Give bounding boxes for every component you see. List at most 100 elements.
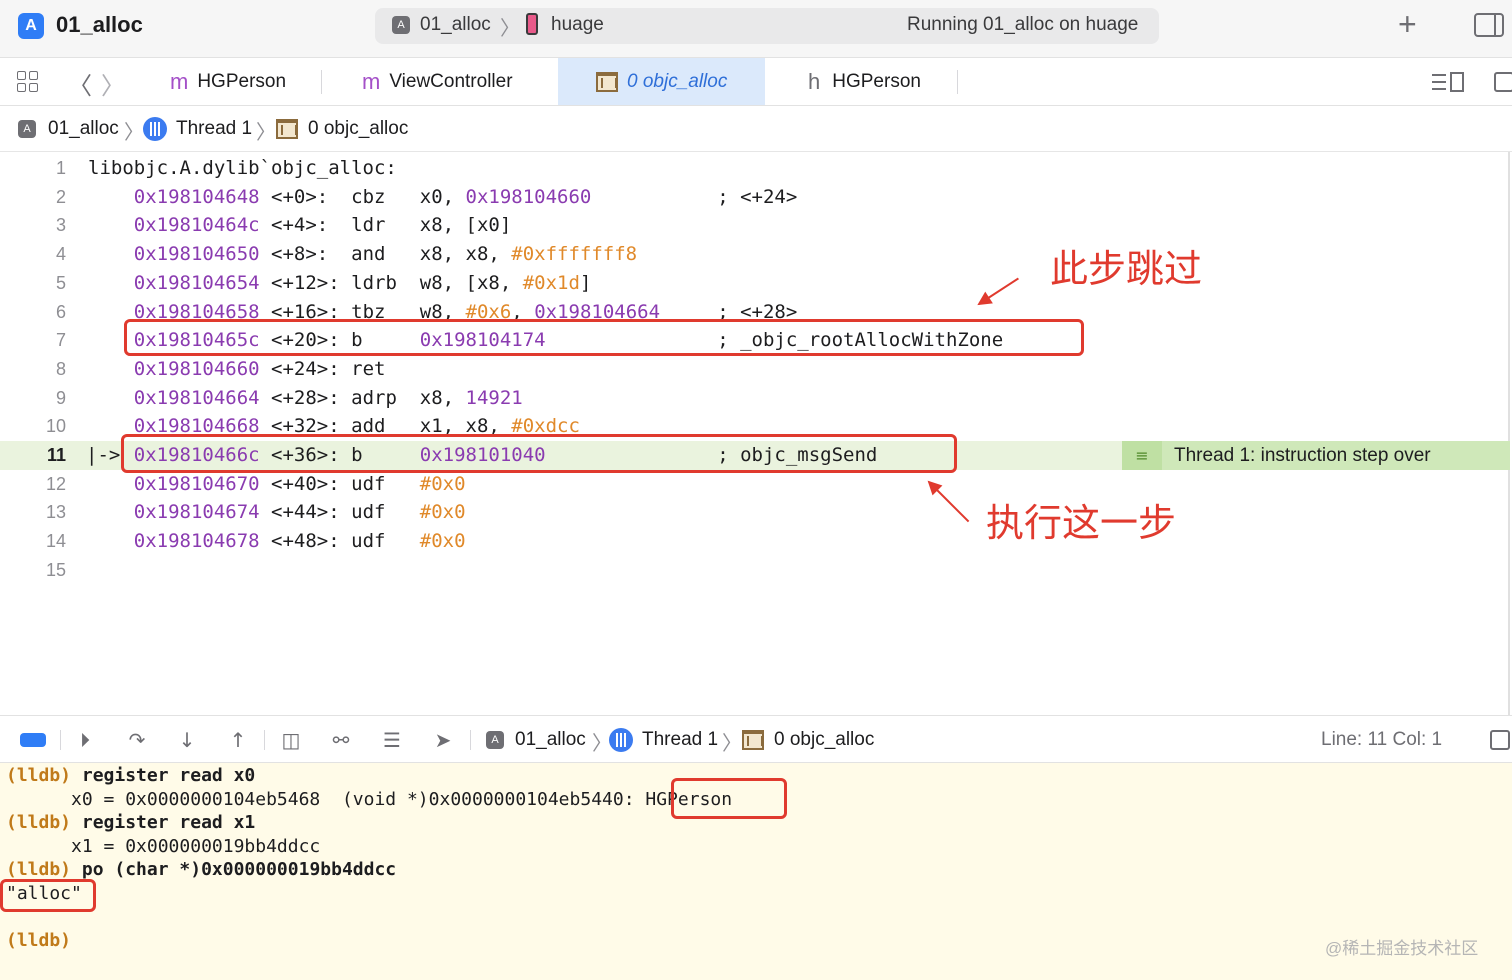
project-icon: A: [18, 120, 36, 138]
instruction-operands: x8, [x0]: [419, 214, 512, 237]
immediate-value: #0x0: [419, 530, 466, 553]
lldb-prompt: (lldb): [6, 930, 72, 952]
instruction-operands: x8,: [419, 386, 466, 409]
objc-source-file-icon: m: [362, 68, 381, 94]
code-line[interactable]: 9 0x198104664 <+28>: adrp x8, 14921: [0, 384, 1510, 413]
add-button[interactable]: +: [1398, 6, 1417, 43]
header-file-icon: h: [808, 68, 821, 94]
code-line[interactable]: 3 0x19810464c <+4>: ldr x8, [x0]: [0, 211, 1510, 240]
operand-punctuation: ]: [579, 271, 592, 294]
chevron-right-icon: 〉: [256, 122, 276, 144]
lldb-output: x1 = 0x000000019bb4ddcc: [6, 835, 321, 857]
tab-label: ViewController: [389, 70, 513, 92]
code-line[interactable]: 12 0x198104670 <+40>: udf #0x0: [0, 470, 1510, 499]
editor-options-icon[interactable]: [1432, 72, 1464, 92]
instruction-text: 0x198104654 <+12>: ldrb w8, [x8, #0x1d]: [88, 269, 592, 298]
debug-thread[interactable]: Thread 1: [642, 729, 718, 751]
line-number: 13: [45, 502, 66, 523]
line-number: 1: [55, 158, 66, 178]
inspector-toggle-icon[interactable]: [1474, 13, 1504, 37]
instruction-address: 0x198104660: [133, 357, 260, 380]
run-destination[interactable]: huage: [551, 14, 604, 36]
code-line[interactable]: 2 0x198104648 <+0>: cbz x0, 0x198104660 …: [0, 183, 1510, 212]
code-line[interactable]: 1 libobjc.A.dylib`objc_alloc:: [0, 154, 1510, 183]
chevron-right-icon: 〉: [500, 18, 520, 40]
highlight-box-msgsend: [121, 434, 957, 473]
objc-source-file-icon: m: [170, 68, 189, 94]
simulate-location-icon[interactable]: ➤: [431, 728, 455, 752]
disassembly-editor[interactable]: 1 libobjc.A.dylib`objc_alloc: 2 0x19810464…: [0, 152, 1510, 715]
lldb-command: po (char *)0x000000019bb4ddcc: [71, 859, 397, 881]
instruction-address: 0x198104648: [133, 185, 260, 208]
immediate-value: #0x0: [419, 501, 466, 524]
chevron-right-icon: 〉: [124, 122, 144, 144]
line-number: 9: [55, 387, 66, 408]
debug-project[interactable]: 01_alloc: [515, 729, 586, 751]
step-out-icon[interactable]: ↑: [226, 728, 250, 752]
code-line[interactable]: 13 0x198104674 <+44>: udf #0x0: [0, 498, 1510, 527]
scheme-target-label[interactable]: 01_alloc: [420, 14, 491, 36]
view-hierarchy-icon[interactable]: ◫: [279, 728, 303, 752]
code-line[interactable]: 15: [0, 556, 1510, 585]
instruction-operands: x8, x8,: [419, 243, 512, 266]
jump-bar-project[interactable]: 01_alloc: [48, 118, 119, 140]
immediate-value: #0xfffffff8: [511, 243, 638, 266]
highlight-box-alloc: [0, 879, 96, 912]
hide-debug-area-icon[interactable]: [1490, 730, 1510, 750]
tab-objc-alloc-asm[interactable]: 0 objc_alloc: [558, 58, 765, 105]
editor-tab-bar: 〈 〉 m HGPerson m ViewController 0 objc_a…: [0, 58, 1512, 106]
tab-viewcontroller-m[interactable]: m ViewController: [362, 58, 513, 105]
toolbar-divider: [60, 730, 61, 750]
code-line[interactable]: 14 0x198104678 <+48>: udf #0x0: [0, 527, 1510, 556]
scheme-app-icon: A: [392, 16, 410, 34]
instruction-opcode: adrp: [351, 386, 420, 409]
tab-divider: [957, 70, 958, 94]
line-number: 4: [55, 244, 66, 265]
instruction-address: 0x19810464c: [133, 214, 260, 237]
line-number: 14: [45, 531, 66, 552]
lldb-prompt: (lldb): [6, 812, 72, 834]
highlight-box-rootalloc: [124, 319, 1084, 356]
instruction-address: 0x198104670: [133, 472, 260, 495]
continue-icon[interactable]: ⏵: [73, 728, 97, 752]
library-frame-icon: [742, 730, 764, 750]
instruction-operands: w8, [x8,: [419, 271, 523, 294]
instruction-offset: <+44>:: [259, 501, 352, 524]
project-title: 01_alloc: [56, 12, 143, 37]
instruction-offset: <+24>:: [259, 357, 352, 380]
jump-bar-frame[interactable]: 0 objc_alloc: [308, 118, 408, 140]
tab-hgperson-m[interactable]: m HGPerson: [170, 58, 286, 105]
memory-graph-icon[interactable]: ⚯: [329, 728, 353, 752]
instruction-opcode: ldrb: [351, 271, 420, 294]
add-editor-icon[interactable]: [1494, 72, 1512, 92]
step-over-icon[interactable]: ↷: [125, 728, 149, 752]
console-line: (lldb): [6, 929, 71, 953]
code-line[interactable]: 4 0x198104650 <+8>: and x8, x8, #0xfffff…: [0, 240, 1510, 269]
line-number: 10: [45, 416, 66, 437]
instruction-offset: <+8>:: [259, 243, 352, 266]
instruction-text: 0x198104648 <+0>: cbz x0, 0x198104660 ; …: [88, 183, 798, 212]
nav-forward-icon[interactable]: 〉: [101, 66, 125, 101]
annotation-exec-step: 执行这一步: [986, 501, 1177, 545]
instruction-offset: <+40>:: [259, 472, 352, 495]
line-number: 15: [45, 559, 66, 580]
thread-stop-annotation[interactable]: ≡ Thread 1: instruction step over: [1122, 441, 1510, 470]
project-icon: A: [486, 731, 504, 749]
debug-frame[interactable]: 0 objc_alloc: [774, 729, 874, 751]
xcode-app-icon: A: [18, 13, 44, 39]
environment-overrides-icon[interactable]: ☰: [380, 728, 404, 752]
library-frame-icon: [596, 71, 618, 92]
related-items-grid-icon[interactable]: [17, 71, 39, 93]
jump-bar-thread[interactable]: Thread 1: [176, 118, 252, 140]
line-number: 3: [55, 215, 66, 236]
breakpoints-toggle-icon[interactable]: [20, 733, 46, 747]
code-line[interactable]: 8 0x198104660 <+24>: ret: [0, 355, 1510, 384]
lldb-console[interactable]: (lldb) register read x0 x0 = 0x000000010…: [0, 763, 1512, 980]
chevron-right-icon: 〉: [722, 733, 742, 755]
code-line[interactable]: 5 0x198104654 <+12>: ldrb w8, [x8, #0x1d…: [0, 269, 1510, 298]
tab-hgperson-h[interactable]: h HGPerson: [808, 58, 921, 105]
nav-back-icon[interactable]: 〈: [68, 66, 92, 101]
step-into-icon[interactable]: ↓: [175, 728, 199, 752]
instruction-comment: ; <+24>: [717, 185, 798, 208]
instruction-address: 0x198104654: [133, 271, 260, 294]
